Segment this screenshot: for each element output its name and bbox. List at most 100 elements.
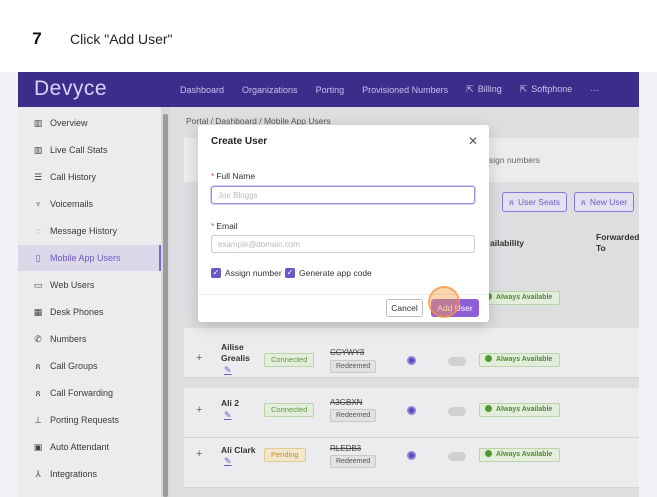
- sidebar-item-message-history[interactable]: ◌ Message History: [18, 218, 161, 244]
- external-link-icon: ⇱: [519, 84, 528, 94]
- cancel-button[interactable]: Cancel: [386, 299, 423, 317]
- redeemed-badge: Redeemed: [330, 360, 377, 373]
- nav-softphone[interactable]: ⇱ Softphone: [520, 84, 573, 95]
- nav-more[interactable]: ···: [590, 85, 599, 95]
- expand-plus-icon[interactable]: +: [196, 352, 202, 364]
- sidebar-item-label: Overview: [50, 118, 88, 128]
- sidebar-item-overview[interactable]: ▥ Overview: [18, 110, 161, 136]
- sidebar-item-label: Call History: [50, 172, 97, 182]
- sidebar-item-label: Message History: [50, 226, 118, 236]
- availability-badge[interactable]: Always Available: [479, 291, 561, 305]
- status-badge: Pending: [264, 448, 306, 462]
- user-name: Ali 2: [221, 398, 239, 408]
- group-icon: ጸ: [35, 360, 41, 371]
- sidebar-item-call-groups[interactable]: ጸ Call Groups: [18, 353, 161, 379]
- sidebar-item-label: Auto Attendant: [50, 442, 110, 452]
- sidebar-item-mobile-app-users[interactable]: ▯ Mobile App Users: [18, 245, 161, 271]
- nav-porting[interactable]: Porting: [316, 85, 345, 95]
- status-dot-icon: [407, 356, 416, 365]
- edit-pencil-icon[interactable]: ✎: [224, 456, 232, 467]
- sidebar-item-porting-requests[interactable]: ⊥ Porting Requests: [18, 407, 161, 433]
- user-seats-button[interactable]: ጸ User Seats: [502, 192, 567, 212]
- status-dot-icon: [407, 406, 416, 415]
- integration-icon: ⅄: [35, 468, 41, 479]
- nav-billing[interactable]: ⇱ Billing: [466, 84, 502, 95]
- numbers-icon: ✆: [34, 333, 42, 344]
- sidebar-item-label: Call Groups: [50, 361, 98, 371]
- sidebar-item-label: Desk Phones: [50, 307, 104, 317]
- status-badge: Connected: [264, 353, 315, 367]
- check-circle-icon: [485, 355, 492, 362]
- expand-plus-icon[interactable]: +: [196, 404, 202, 416]
- sidebar-item-voicemails[interactable]: ♆ Voicemails: [18, 191, 161, 217]
- user-seats-label: User Seats: [517, 197, 561, 207]
- edit-pencil-icon[interactable]: ✎: [224, 365, 232, 376]
- porting-icon: ⊥: [34, 414, 42, 425]
- sidebar-item-web-users[interactable]: ▭ Web Users: [18, 272, 161, 298]
- status-badge: Connected: [264, 403, 315, 417]
- generate-app-code-checkbox[interactable]: ✓: [285, 268, 295, 278]
- generate-app-code-label: Generate app code: [299, 268, 372, 278]
- availability-badge[interactable]: Always Available: [479, 403, 561, 417]
- sidebar-item-label: Porting Requests: [50, 415, 120, 425]
- message-icon: ◌: [35, 226, 41, 236]
- app-code: A3GBXN: [330, 398, 363, 407]
- mobile-icon: ▯: [35, 252, 41, 263]
- step-header: 7 Click "Add User": [0, 0, 657, 72]
- check-circle-icon: [485, 450, 492, 457]
- monitor-icon: ▭: [33, 279, 43, 290]
- toggle-switch[interactable]: [448, 357, 466, 366]
- user-icon: ጸ: [580, 196, 586, 207]
- availability-badge[interactable]: Always Available: [479, 353, 561, 367]
- nav-softphone-label: Softphone: [531, 84, 573, 94]
- chart-icon: ▥: [33, 117, 43, 128]
- redeemed-badge: Redeemed: [330, 409, 377, 422]
- phone-icon: ▦: [33, 306, 43, 317]
- modal-title: Create User: [211, 136, 268, 147]
- sidebar-item-label: Integrations: [50, 469, 98, 479]
- nav-dashboard[interactable]: Dashboard: [180, 85, 224, 95]
- sidebar-item-live-call-stats[interactable]: ▥ Live Call Stats: [18, 137, 161, 163]
- devyce-logo[interactable]: Devyce: [34, 77, 107, 101]
- step-instruction: Click "Add User": [70, 31, 173, 47]
- nav-billing-label: Billing: [477, 84, 502, 94]
- attendant-icon: ▣: [33, 441, 43, 452]
- main-nav: Dashboard Organizations Porting Provisio…: [180, 72, 617, 107]
- sidebar-item-integrations[interactable]: ⅄ Integrations: [18, 461, 161, 487]
- email-input[interactable]: example@domain.com: [211, 235, 475, 253]
- email-label: * Email: [211, 221, 238, 231]
- new-user-button[interactable]: ጸ New User: [574, 192, 634, 212]
- assign-number-checkbox[interactable]: ✓: [211, 268, 221, 278]
- sidebar-scroll-thumb[interactable]: [163, 114, 168, 497]
- expand-plus-icon[interactable]: +: [196, 448, 202, 460]
- app-code: CCYWY3: [330, 348, 365, 357]
- sidebar-item-numbers[interactable]: ✆ Numbers: [18, 326, 161, 352]
- availability-badge[interactable]: Always Available: [479, 448, 561, 462]
- availability-label: Always Available: [496, 356, 553, 363]
- forward-icon: ጸ: [35, 387, 41, 398]
- assign-numbers-text: sign numbers: [489, 155, 541, 165]
- toggle-switch[interactable]: [448, 452, 466, 461]
- sidebar-item-label: Voicemails: [50, 199, 94, 209]
- full-name-label-text: Full Name: [216, 171, 256, 181]
- availability-label: Always Available: [496, 294, 553, 301]
- sidebar-item-desk-phones[interactable]: ▦ Desk Phones: [18, 299, 161, 325]
- nav-organizations[interactable]: Organizations: [242, 85, 298, 95]
- close-icon[interactable]: ✕: [468, 134, 478, 148]
- full-name-label: * Full Name: [211, 171, 255, 181]
- edit-pencil-icon[interactable]: ✎: [224, 410, 232, 421]
- user-icon: ጸ: [508, 196, 514, 207]
- check-circle-icon: [485, 405, 492, 412]
- sidebar-item-auto-attendant[interactable]: ▣ Auto Attendant: [18, 434, 161, 460]
- voicemail-icon: ♆: [34, 199, 42, 209]
- full-name-input[interactable]: Joe Bloggs: [211, 186, 475, 204]
- external-link-icon: ⇱: [466, 84, 474, 94]
- sidebar-item-call-history[interactable]: ☰ Call History: [18, 164, 161, 190]
- sidebar-item-label: Call Forwarding: [50, 388, 114, 398]
- toggle-switch[interactable]: [448, 407, 466, 416]
- assign-number-label: Assign number: [225, 268, 282, 278]
- sidebar-item-label: Web Users: [50, 280, 95, 290]
- sidebar-item-call-forwarding[interactable]: ጸ Call Forwarding: [18, 380, 161, 406]
- app-code: RLEDB3: [330, 444, 362, 453]
- nav-provisioned-numbers[interactable]: Provisioned Numbers: [362, 85, 448, 95]
